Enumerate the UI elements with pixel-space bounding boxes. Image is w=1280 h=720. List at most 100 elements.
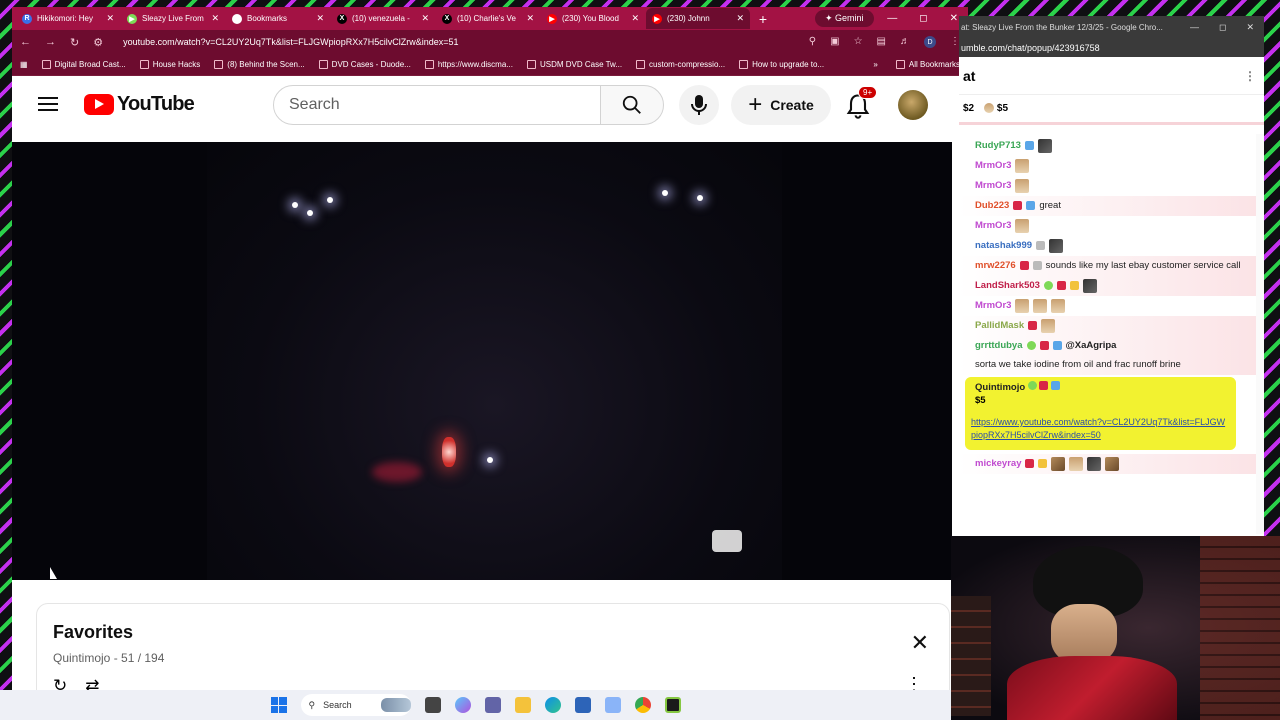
rumble-app-icon[interactable] (664, 697, 681, 713)
reload-icon[interactable]: ↻ (70, 36, 79, 49)
browser-tab[interactable]: ▶ Sleazy Live From ✕ (121, 8, 225, 29)
search-input[interactable] (289, 96, 600, 114)
copilot-icon[interactable] (454, 697, 471, 713)
bookmark-item[interactable]: custom-compressio... (636, 60, 725, 69)
browser-tab[interactable]: X (10) Charlie's Ve ✕ (436, 8, 540, 29)
cast-icon[interactable]: ▣ (830, 36, 839, 48)
taskbar-search[interactable]: ⚲ Search (300, 694, 411, 716)
bookmark-star-icon[interactable]: ☆ (854, 36, 863, 48)
chat-more-icon[interactable]: ⋮ (1244, 69, 1256, 83)
tab-close-icon[interactable]: ✕ (526, 13, 534, 24)
profile-avatar[interactable]: D (924, 36, 936, 48)
tab-close-icon[interactable]: ✕ (421, 13, 429, 24)
browser-tab[interactable]: R Hikikomori: Hey ✕ (16, 8, 120, 29)
close-playlist-icon[interactable]: ✕ (911, 630, 929, 656)
rant-username[interactable]: Quintimojo (975, 382, 1025, 393)
chat-username[interactable]: natashak999 (975, 238, 1032, 253)
chat-username[interactable]: MrmOr3 (975, 218, 1011, 233)
playlist-title[interactable]: Favorites (53, 622, 933, 643)
green-badge-icon (1027, 381, 1037, 390)
site-info-icon[interactable]: ⚙ (93, 36, 103, 49)
bookmarks-bar: ▦ Digital Broad Cast... House Hacks (8) Be… (12, 54, 968, 76)
chat-username[interactable]: MrmOr3 (975, 158, 1011, 173)
voice-search-button[interactable] (679, 85, 719, 125)
photos-icon[interactable] (604, 697, 621, 713)
rant-link[interactable]: https://www.youtube.com/watch?v=CL2UY2Uq… (965, 410, 1236, 450)
address-bar[interactable]: youtube.com/watch?v=CL2UY2Uq7Tk&list=FLJ… (123, 37, 795, 47)
file-explorer-icon[interactable] (514, 697, 531, 713)
chat-username[interactable]: RudyP713 (975, 138, 1021, 153)
forward-icon[interactable]: → (45, 36, 56, 48)
bookmarks-overflow-icon[interactable]: » (873, 60, 877, 69)
account-avatar[interactable] (898, 90, 928, 120)
apps-grid-icon[interactable]: ▦ (20, 60, 28, 69)
search-button[interactable] (600, 85, 664, 125)
playlist-more-icon[interactable]: ⋮ (905, 674, 923, 690)
tip-amount[interactable]: $5 (984, 103, 1008, 114)
chat-scrollbar[interactable] (1256, 134, 1264, 534)
chat-username[interactable]: MrmOr3 (975, 178, 1011, 193)
tab-close-icon[interactable]: ✕ (736, 13, 744, 24)
task-view-icon[interactable] (424, 697, 441, 713)
chat-message-list: RudyP713 MrmOr3 MrmOr3 Dub223 great MrmOr3 nat… (959, 136, 1256, 474)
video-player[interactable] (12, 142, 952, 580)
new-tab-button[interactable]: + (751, 11, 775, 27)
chat-message: LandShark503 (959, 276, 1256, 296)
minimize-icon[interactable]: — (887, 13, 897, 24)
browser-tab[interactable]: ★ Bookmarks ✕ (226, 8, 330, 29)
bookmark-item[interactable]: DVD Cases - Duode... (318, 60, 411, 69)
loop-icon[interactable]: ↻ (53, 676, 67, 690)
chat-username[interactable]: Dub223 (975, 198, 1009, 213)
windows-start-icon[interactable] (270, 697, 287, 713)
browser-tab[interactable]: X (10) venezuela - ✕ (331, 8, 435, 29)
bookmark-item[interactable]: How to upgrade to... (739, 60, 824, 69)
bookmark-item[interactable]: House Hacks (139, 60, 200, 69)
search-field[interactable] (273, 85, 601, 125)
maximize-icon[interactable]: ◻ (919, 13, 927, 24)
edge-icon[interactable] (544, 697, 561, 713)
chat-username[interactable]: LandShark503 (975, 278, 1040, 293)
dvd-shelf (951, 596, 991, 716)
all-bookmarks-folder[interactable]: All Bookmarks (895, 60, 960, 69)
tab-close-icon[interactable]: ✕ (316, 13, 324, 24)
tab-close-icon[interactable]: ✕ (211, 13, 219, 24)
menu-icon[interactable] (38, 97, 58, 111)
bookmark-item[interactable]: (8) Behind the Scen... (214, 60, 305, 69)
tab-close-icon[interactable]: ✕ (106, 13, 114, 24)
chat-username[interactable]: grrttdubya (975, 338, 1023, 353)
chrome-icon[interactable] (634, 697, 651, 713)
create-button[interactable]: + Create (731, 85, 831, 125)
chat-minimize-icon[interactable]: — (1190, 22, 1199, 33)
chat-username[interactable]: MrmOr3 (975, 298, 1011, 313)
stage-glow (372, 462, 422, 482)
tab-label: (230) Johnn (667, 14, 710, 23)
bookmark-item[interactable]: Digital Broad Cast... (41, 60, 126, 69)
chat-username[interactable]: mickeyray (975, 456, 1021, 471)
bookmark-item[interactable]: USDM DVD Case Tw... (526, 60, 622, 69)
tips-bar: $2 $5 (959, 95, 1264, 125)
close-window-icon[interactable]: ✕ (950, 13, 958, 24)
tab-close-icon[interactable]: ✕ (631, 13, 639, 24)
tip-amount[interactable]: $2 (963, 103, 974, 114)
chat-header-title: at (963, 67, 976, 84)
gemini-button[interactable]: ✦ Gemini (815, 10, 874, 27)
sidebar-icon[interactable]: ▤ (877, 36, 886, 48)
chat-url-bar[interactable]: umble.com/chat/popup/423916758 (959, 39, 1264, 57)
chat-username[interactable]: mrw2276 (975, 258, 1016, 273)
teams-icon[interactable] (484, 697, 501, 713)
emote-icon (1069, 456, 1084, 471)
media-control-icon[interactable]: ♬ (900, 36, 910, 48)
chat-maximize-icon[interactable]: ◻ (1219, 22, 1226, 33)
chat-close-icon[interactable]: ✕ (1246, 22, 1254, 33)
bookmark-item[interactable]: https://www.discma... (424, 60, 513, 69)
youtube-logo[interactable]: YouTube (84, 93, 195, 116)
browser-tab[interactable]: ▶ (230) Johnn ✕ (646, 8, 750, 29)
shuffle-icon[interactable]: ⇄ (85, 676, 99, 690)
store-icon[interactable] (574, 697, 591, 713)
chat-mention: @XaAgripa (1065, 340, 1117, 351)
back-icon[interactable]: ← (20, 36, 31, 48)
emote-icon (1015, 158, 1030, 173)
chat-username[interactable]: PallidMask (975, 318, 1024, 333)
browser-tab[interactable]: ▶ (230) You Blood ✕ (541, 8, 645, 29)
zoom-icon[interactable]: ⚲ (809, 36, 816, 48)
